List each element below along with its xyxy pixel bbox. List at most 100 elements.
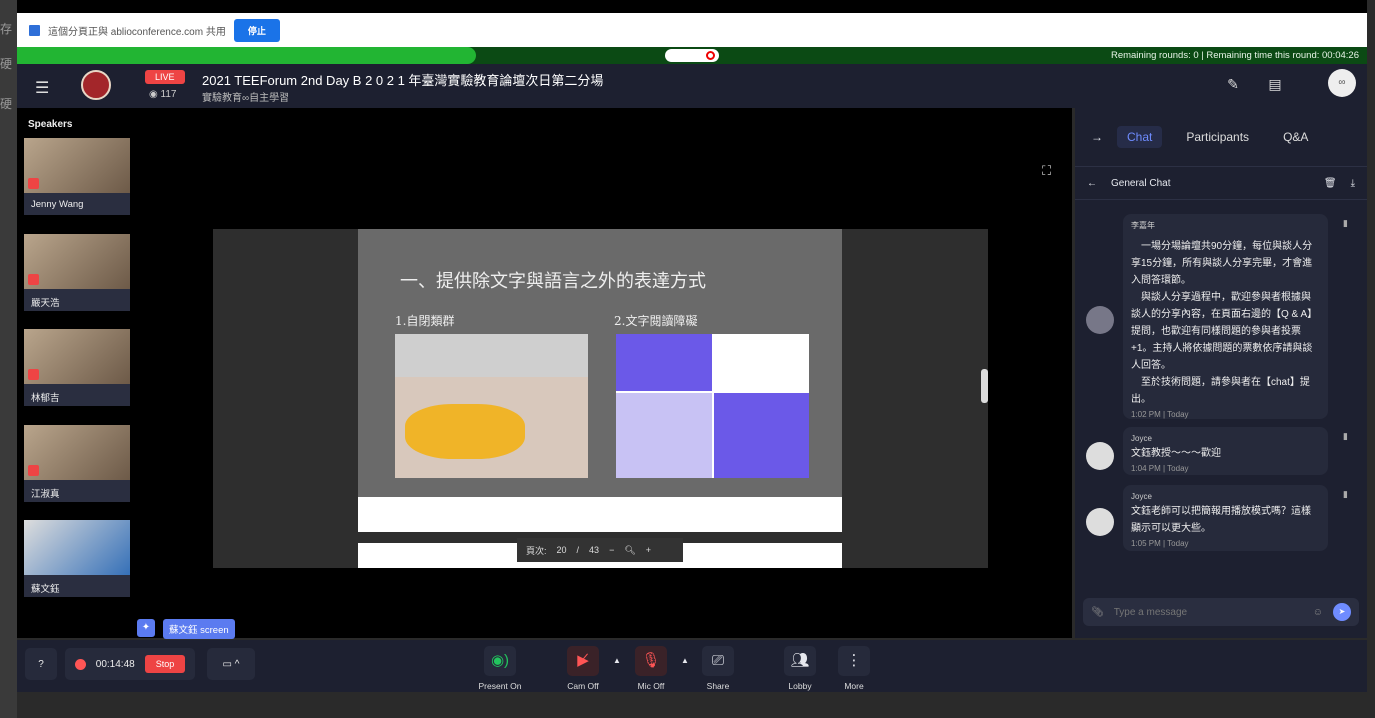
- message-time: 1:05 PM | Today: [1131, 539, 1189, 548]
- lobby-icon[interactable]: 👥︎: [784, 646, 816, 676]
- present-label: Present On: [478, 681, 522, 691]
- send-icon[interactable]: ➤: [1333, 603, 1351, 621]
- chat-channel-header: ← General Chat 🗑︎ ⤓: [1075, 166, 1367, 200]
- speaker-video: [24, 520, 130, 575]
- speaker-name: 林郁吉: [24, 384, 130, 406]
- tab-sharing-bar: 這個分頁正與 ablioconference.com 共用 停止: [17, 13, 1367, 47]
- zoom-icon[interactable]: 🔍︎: [624, 545, 635, 556]
- lobby-label: Lobby: [788, 681, 812, 691]
- collapse-panel-icon[interactable]: →: [1091, 130, 1103, 144]
- mic-off-icon[interactable]: 🎙︎: [635, 646, 667, 676]
- screen-share-label: 蘇文鈺 screen: [163, 619, 235, 639]
- slide-gap: [358, 497, 842, 532]
- event-subtitle: 實驗教育∞自主學習: [202, 93, 290, 104]
- panel-tabs: → Chat Participants Q&A: [1075, 126, 1367, 148]
- page-label: 頁次:: [526, 545, 547, 556]
- delete-message-icon[interactable]: ▮: [1343, 431, 1348, 442]
- message-sender: Joyce: [1131, 492, 1152, 501]
- pin-icon[interactable]: ✦: [137, 619, 155, 637]
- mic-muted-icon: [28, 178, 39, 189]
- recording-icon: [74, 658, 86, 670]
- presentation-slide: 一、提供除文字與語言之外的表達方式 1.自閉類群 2.文字閱讀障礙: [358, 229, 842, 497]
- viewer-count-value: 117: [160, 89, 177, 100]
- dyslexia-illustration: [616, 334, 809, 478]
- present-icon[interactable]: ◉): [484, 646, 516, 676]
- speaker-name: 嚴天浩: [24, 289, 130, 311]
- header: ☰ LIVE ◉ 117 2021 TEEForum 2nd Day B 2 0…: [17, 64, 1367, 108]
- recording-panel: 00:14:48 Stop: [65, 648, 195, 680]
- scrollbar[interactable]: [981, 369, 988, 403]
- speaker-video: [24, 138, 130, 193]
- stop-sharing-button[interactable]: 停止: [233, 18, 280, 42]
- tab-participants[interactable]: Participants: [1176, 126, 1259, 148]
- chat-message-input[interactable]: [1113, 606, 1303, 618]
- record-icon: [706, 51, 715, 60]
- camera-off-icon[interactable]: ▶̸: [567, 646, 599, 676]
- speaker-tile[interactable]: Jenny Wang: [24, 138, 130, 215]
- recording-time: 00:14:48: [95, 658, 135, 670]
- stop-recording-button[interactable]: Stop: [144, 655, 186, 673]
- emoji-icon[interactable]: ☺: [1313, 607, 1323, 618]
- share-screen-icon[interactable]: ⎚: [702, 646, 734, 676]
- message-text: 一場分場論壇共90分鐘，每位與談人分享15分鐘，所有與談人分享完畢，才會進入問答…: [1131, 241, 1318, 405]
- speaker-name: 蘇文鈺: [24, 575, 130, 597]
- speakers-label: Speakers: [28, 119, 73, 130]
- mic-options-chevron-icon[interactable]: ▲: [681, 656, 689, 665]
- mic-label: Mic Off: [637, 681, 665, 691]
- trash-icon[interactable]: 🗑︎: [1324, 178, 1337, 189]
- live-badge: LIVE: [145, 70, 185, 84]
- background-window-edge: 存硬硬: [0, 0, 17, 718]
- event-logo: [81, 70, 111, 100]
- more-label: More: [844, 681, 864, 691]
- message-time: 1:02 PM | Today: [1131, 410, 1189, 419]
- main-stage: Speakers Jenny Wang 嚴天浩 林郁吉 江淑真 蘇文鈺 ⛶ 一、…: [17, 108, 1072, 639]
- tab-chat[interactable]: Chat: [1117, 126, 1163, 148]
- speaker-tile[interactable]: 蘇文鈺: [24, 520, 130, 597]
- menu-icon[interactable]: ☰: [35, 78, 49, 98]
- attachment-icon[interactable]: 📎︎: [1091, 607, 1104, 618]
- speaker-video: [24, 234, 130, 289]
- speaker-tile[interactable]: 江淑真: [24, 425, 130, 502]
- eye-icon: ◉: [149, 89, 161, 100]
- page-number[interactable]: 20: [557, 545, 567, 555]
- page-total: 43: [589, 545, 600, 555]
- mic-muted-icon: [28, 369, 39, 380]
- download-icon[interactable]: ⤓: [1351, 178, 1355, 189]
- pdf-toolbar: 頁次: 20 / 43 − 🔍︎ +: [517, 538, 683, 562]
- calendar-icon[interactable]: ▤: [1265, 76, 1285, 96]
- delete-message-icon[interactable]: ▮: [1343, 218, 1348, 229]
- speaker-tile[interactable]: 嚴天浩: [24, 234, 130, 311]
- timer-toggle[interactable]: [665, 49, 719, 62]
- zoom-out-icon[interactable]: −: [609, 545, 614, 555]
- fullscreen-icon[interactable]: ⛶: [1042, 163, 1051, 179]
- share-icon: [29, 24, 40, 36]
- user-avatar[interactable]: ∞: [1328, 69, 1356, 97]
- speaker-video: [24, 425, 130, 480]
- layout-selector[interactable]: ▭ ^: [207, 648, 255, 680]
- zoom-in-icon[interactable]: +: [646, 545, 651, 555]
- message-text: 文鈺老師可以把簡報用播放模式嗎？這樣顯示可以更大些。: [1131, 506, 1311, 534]
- chat-message: 李嘉年 一場分場論壇共90分鐘，每位與談人分享15分鐘，所有與談人分享完畢，才會…: [1123, 214, 1328, 419]
- sender-avatar: [1086, 442, 1114, 470]
- help-icon[interactable]: ?: [25, 648, 57, 680]
- speaker-tile[interactable]: 林郁吉: [24, 329, 130, 406]
- round-timer-bar: Remaining rounds: 0 | Remaining time thi…: [17, 47, 1367, 64]
- tab-qa[interactable]: Q&A: [1273, 126, 1318, 148]
- back-arrow-icon[interactable]: ←: [1087, 178, 1097, 189]
- more-icon[interactable]: ⋮: [838, 646, 870, 676]
- whiteboard-icon[interactable]: ✎: [1223, 76, 1243, 96]
- speaker-name: 江淑真: [24, 480, 130, 502]
- viewer-count: ◉ 117: [149, 89, 176, 100]
- message-text: 文鈺教授～～～歡迎: [1131, 448, 1221, 459]
- bottom-control-bar: ? 00:14:48 Stop ▭ ^ ◉) Present On ▶̸ ▲ C…: [17, 640, 1367, 692]
- event-title: 2021 TEEForum 2nd Day B 2 0 2 1 年臺灣實驗教育論…: [202, 73, 604, 88]
- autism-illustration: [395, 334, 588, 478]
- slide-caption: 2.文字閱讀障礙: [614, 314, 698, 328]
- chat-message: Joyce 文鈺老師可以把簡報用播放模式嗎？這樣顯示可以更大些。 1:05 PM…: [1123, 485, 1328, 551]
- camera-options-chevron-icon[interactable]: ▲: [613, 656, 621, 665]
- speaker-video: [24, 329, 130, 384]
- delete-message-icon[interactable]: ▮: [1343, 489, 1348, 500]
- sharing-text: 這個分頁正與 ablioconference.com 共用: [48, 26, 226, 38]
- mic-muted-icon: [28, 465, 39, 476]
- share-label: Share: [706, 681, 730, 691]
